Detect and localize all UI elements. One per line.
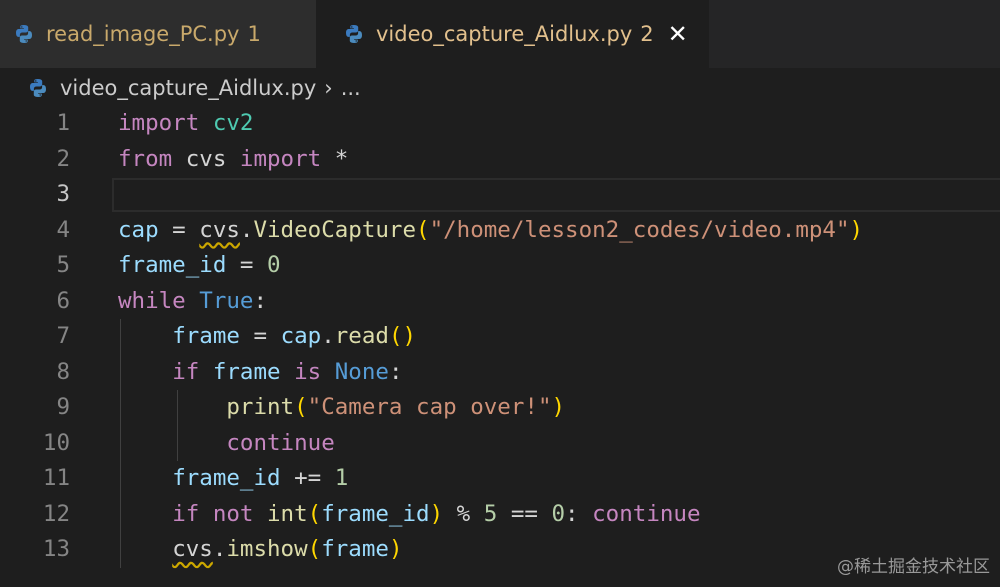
code-line[interactable]: 1 import cv2 <box>0 106 1000 142</box>
watermark: @稀土掘金技术社区 <box>837 557 990 577</box>
code-text: while True: <box>118 287 268 314</box>
python-icon <box>344 24 364 44</box>
current-line-highlight <box>112 178 1000 212</box>
code-line[interactable]: 8 if frame is None: <box>0 355 1000 391</box>
code-text: import cv2 <box>118 110 254 136</box>
breadcrumb-symbols[interactable]: ... <box>341 76 361 100</box>
line-number: 2 <box>56 145 70 172</box>
line-number: 7 <box>56 323 70 349</box>
code-text: frame_id += 1 <box>172 465 349 491</box>
code-text: from cvs import * <box>118 145 349 172</box>
problem-count-badge: 1 <box>247 22 261 46</box>
line-number: 8 <box>56 358 70 385</box>
line-number: 13 <box>42 536 70 562</box>
code-text: if frame is None: <box>172 358 403 385</box>
close-icon[interactable]: ✕ <box>668 20 688 48</box>
code-line[interactable]: 4 cap = cvs.VideoCapture("/home/lesson2_c… <box>0 213 1000 249</box>
code-text: if not int(frame_id) % 5 == 0: continue <box>172 500 701 527</box>
breadcrumb-file[interactable]: video_capture_Aidlux.py <box>60 76 316 100</box>
chevron-right-icon: › <box>324 76 333 100</box>
tab-video-capture-aidlux[interactable]: video_capture_Aidlux.py 2 ✕ <box>316 0 709 68</box>
code-line[interactable]: 12 if not int(frame_id) % 5 == 0: contin… <box>0 497 1000 533</box>
code-line[interactable]: 7 frame = cap.read() <box>0 319 1000 355</box>
line-number: 6 <box>56 287 70 314</box>
code-text: cvs.imshow(frame) <box>172 536 403 562</box>
code-line[interactable]: 11 frame_id += 1 <box>0 461 1000 497</box>
line-number: 5 <box>56 252 70 278</box>
tab-bar: read_image_PC.py 1 video_capture_Aidlux.… <box>0 0 1000 68</box>
code-editor[interactable]: 1 import cv2 2 from cvs import * 3 4 cap = cvs… <box>0 106 1000 587</box>
line-number: 1 <box>56 110 70 136</box>
breadcrumb: video_capture_Aidlux.py › ... <box>0 68 1000 108</box>
code-line[interactable]: 3 <box>0 177 1000 213</box>
problem-count-badge: 2 <box>640 22 654 46</box>
python-icon <box>28 78 48 98</box>
line-number: 11 <box>42 465 70 491</box>
code-text: frame = cap.read() <box>172 323 417 349</box>
line-number: 4 <box>56 216 70 243</box>
code-text: frame_id = 0 <box>118 252 281 278</box>
code-line[interactable]: 9 print("Camera cap over!") <box>0 390 1000 426</box>
code-line[interactable]: 6 while True: <box>0 284 1000 320</box>
code-line[interactable]: 2 from cvs import * <box>0 142 1000 178</box>
tab-filename: read_image_PC.py <box>46 22 240 46</box>
code-text: print("Camera cap over!") <box>226 394 566 420</box>
line-number: 3 <box>56 181 70 207</box>
line-number: 12 <box>42 500 70 527</box>
tab-read-image-pc[interactable]: read_image_PC.py 1 <box>0 0 316 68</box>
python-icon <box>14 24 34 44</box>
code-line[interactable]: 10 continue <box>0 426 1000 462</box>
line-number: 9 <box>56 394 70 420</box>
code-line[interactable]: 5 frame_id = 0 <box>0 248 1000 284</box>
tab-filename: video_capture_Aidlux.py <box>376 22 633 46</box>
line-number: 10 <box>42 429 70 456</box>
code-text: cap = cvs.VideoCapture("/home/lesson2_co… <box>118 216 864 243</box>
code-text: continue <box>226 429 335 456</box>
